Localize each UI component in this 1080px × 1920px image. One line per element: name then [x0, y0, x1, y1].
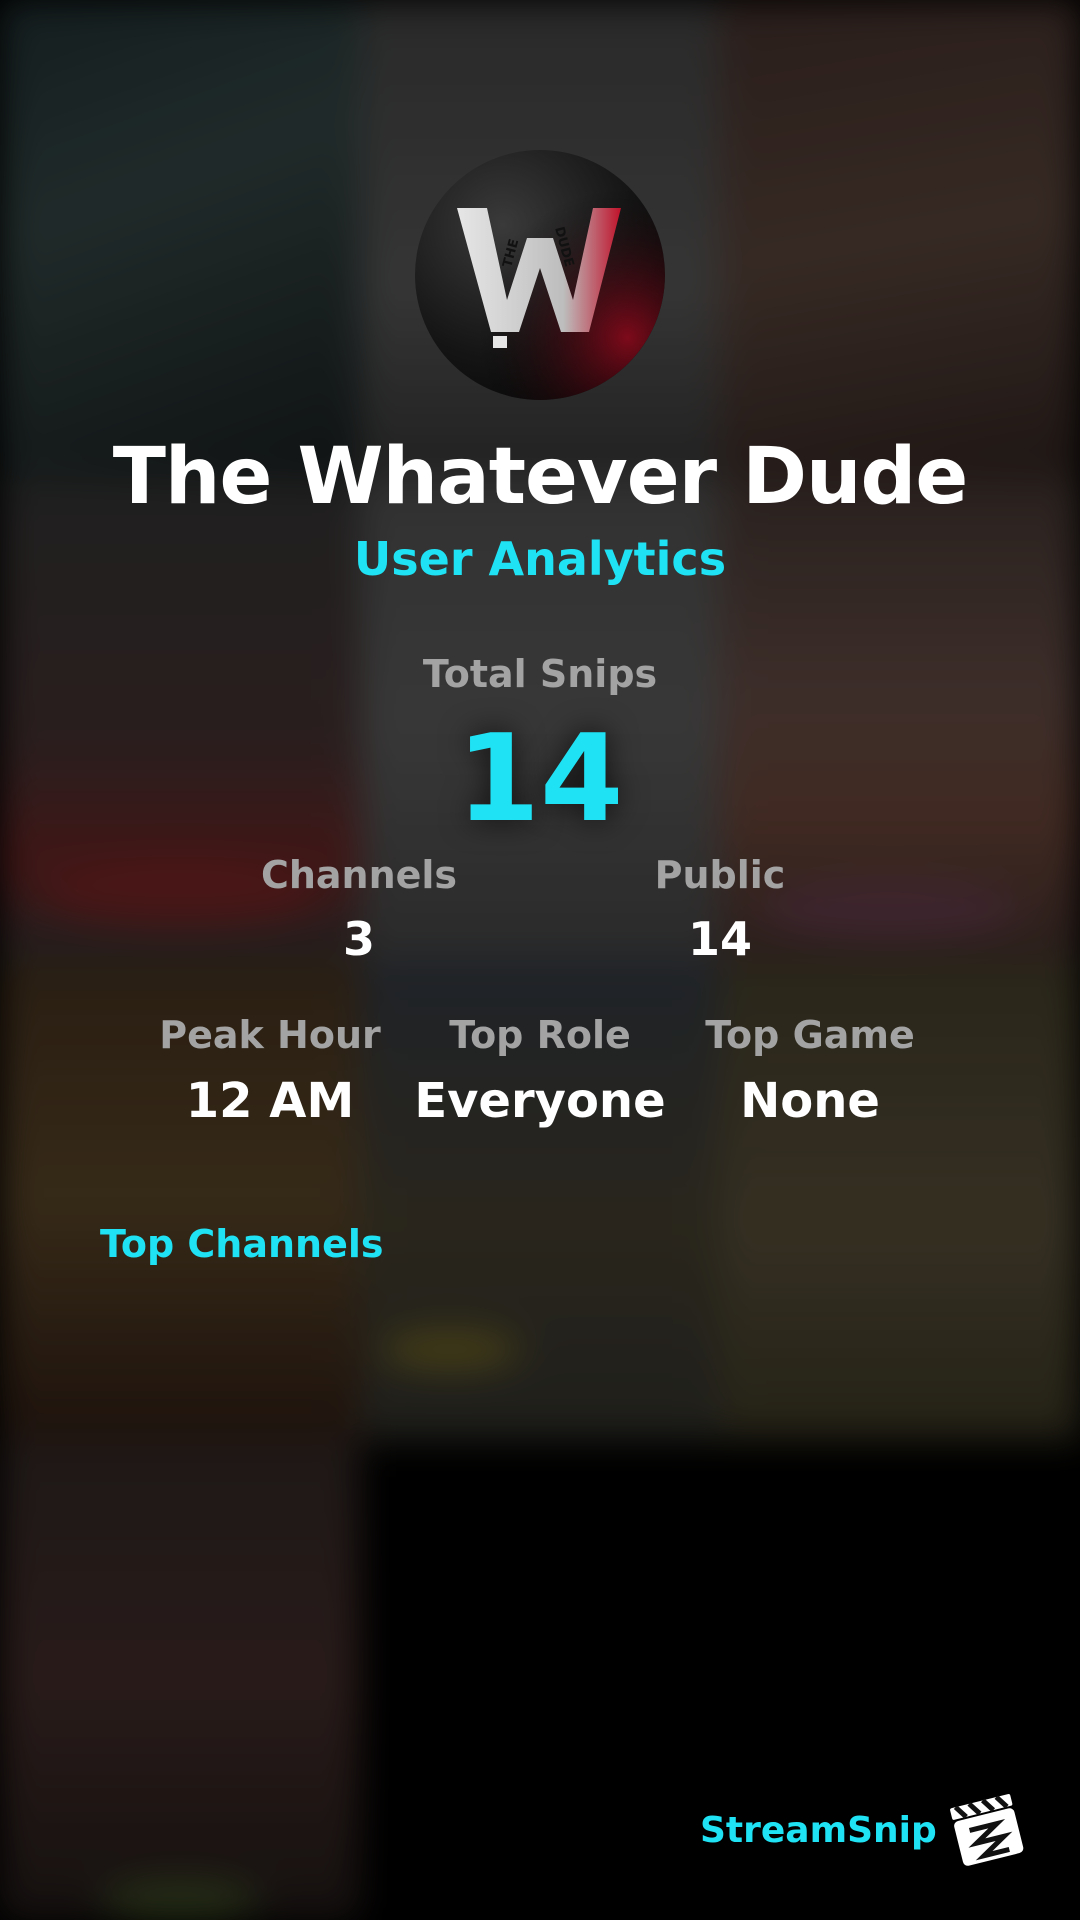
brand-name: StreamSnip: [700, 1810, 937, 1851]
top-game-label: Top Game: [705, 1013, 915, 1057]
top-role-value: Everyone: [414, 1073, 666, 1129]
top-game-value: None: [740, 1073, 880, 1129]
top-channels-heading: Top Channels: [100, 1222, 384, 1266]
public-value: 14: [687, 912, 752, 966]
peak-hour-label: Peak Hour: [159, 1013, 381, 1057]
channel-logo-icon: THE DUDE: [415, 150, 665, 400]
peak-hour-value: 12 AM: [185, 1073, 355, 1129]
avatar: THE DUDE: [415, 150, 665, 400]
page-subtitle: User Analytics: [353, 532, 727, 586]
channels-value: 3: [342, 912, 375, 966]
top-role-label: Top Role: [449, 1013, 631, 1057]
total-snips-label: Total Snips: [422, 652, 658, 696]
channels-label: Channels: [260, 853, 458, 897]
channel-name: The Whatever Dude: [112, 432, 969, 522]
clapperboard-icon: [950, 1794, 1024, 1866]
total-snips-value: 14: [456, 710, 624, 849]
public-label: Public: [654, 853, 786, 897]
analytics-card: THE DUDE The Whatever Dude User Analytic…: [0, 0, 1080, 1920]
